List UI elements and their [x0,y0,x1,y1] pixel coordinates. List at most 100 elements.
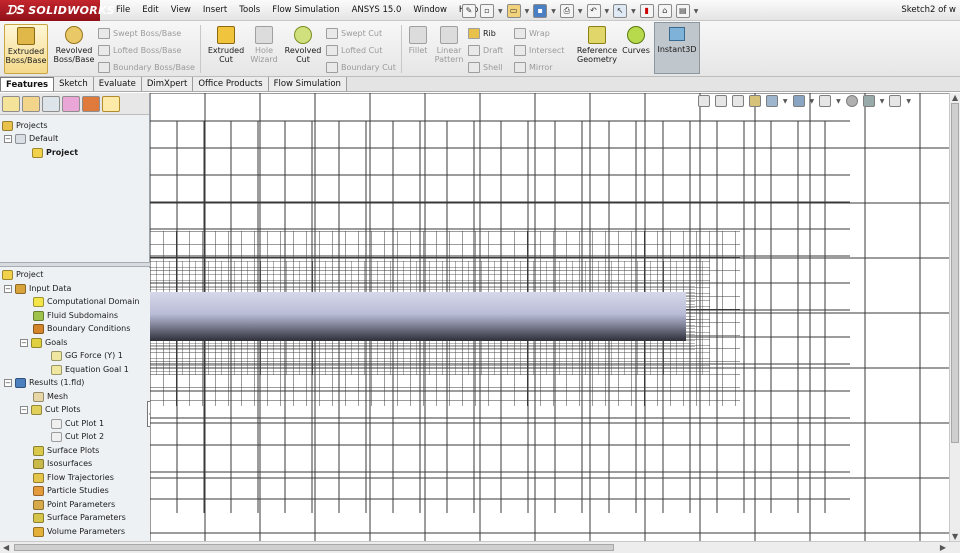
scroll-left-icon[interactable]: ◀ [3,543,9,552]
chevron-down-icon[interactable]: ▼ [578,8,583,15]
tree-item-input-data[interactable]: − Input Data [4,282,71,295]
collapse-icon[interactable]: − [4,134,12,143]
previous-view-icon[interactable] [731,95,744,107]
mirror-button[interactable]: Mirror [514,59,564,76]
menu-view[interactable]: View [165,0,197,21]
vertical-scrollbar[interactable]: ▲ ▼ [949,93,960,541]
scroll-thumb[interactable] [951,103,959,443]
intersect-button[interactable]: Intersect [514,42,564,59]
chevron-down-icon[interactable]: ▼ [880,98,885,105]
scroll-right-icon[interactable]: ▶ [940,543,946,552]
collapse-icon[interactable]: − [4,378,12,387]
collapse-icon[interactable]: − [20,338,28,347]
collapse-icon[interactable]: − [20,405,28,414]
hide-show-items-icon[interactable] [819,95,832,107]
tree-item-results[interactable]: − Results (1.fld) [4,376,84,389]
tree-item-goals[interactable]: − Goals [20,336,67,349]
zoom-to-fit-icon[interactable] [697,95,710,107]
section-view-icon[interactable] [748,95,761,107]
menu-ansys[interactable]: ANSYS 15.0 [346,0,408,21]
tab-sketch[interactable]: Sketch [54,77,94,91]
rib-button[interactable]: Rib [468,25,503,42]
tree-item-computational-domain[interactable]: Computational Domain [33,295,140,308]
horizontal-scrollbar[interactable]: ◀ ▶ [0,541,960,553]
menu-file[interactable]: File [110,0,136,21]
tab-office-products[interactable]: Office Products [193,77,269,91]
tree-item-volume-parameters[interactable]: Volume Parameters [33,525,125,538]
tab-evaluate[interactable]: Evaluate [93,77,142,91]
chevron-down-icon[interactable]: ▼ [906,98,911,105]
dimxpertmanager-tab-icon[interactable] [62,96,80,112]
view-orientation-icon[interactable] [765,95,778,107]
revolved-cut-button[interactable]: Revolved Cut [281,24,325,74]
tree-item-equation-goal[interactable]: Equation Goal 1 [51,363,129,376]
wrap-button[interactable]: Wrap [514,25,564,42]
save-icon[interactable]: ▪ [533,4,548,18]
draft-button[interactable]: Draft [468,42,503,59]
swept-cut-button[interactable]: Swept Cut [326,25,396,42]
tab-features[interactable]: Features [0,77,55,91]
tree-item-surface-parameters[interactable]: Surface Parameters [33,511,126,524]
select-pointer-icon[interactable]: ↖ [613,4,628,18]
view-settings-icon[interactable] [889,95,902,107]
chevron-down-icon[interactable]: ▼ [605,8,610,15]
apply-scene-icon[interactable] [862,95,875,107]
tree-item-fluid-subdomains[interactable]: Fluid Subdomains [33,309,118,322]
tree-item-default[interactable]: − Default [4,132,58,145]
tree-item-gg-force[interactable]: GG Force (Y) 1 [51,349,123,362]
open-folder-icon[interactable]: ▭ [506,4,521,18]
fillet-button[interactable]: Fillet [403,24,433,74]
lofted-cut-button[interactable]: Lofted Cut [326,42,396,59]
scroll-down-icon[interactable]: ▼ [952,532,958,541]
collapse-icon[interactable]: − [4,284,12,293]
graphics-area[interactable]: ▼ ▼ ▼ ▼ ▼ [150,93,949,541]
file-properties-icon[interactable]: ⌂ [657,4,672,18]
tree-item-particle-studies[interactable]: Particle Studies [33,484,109,497]
propertymanager-tab-icon[interactable] [22,96,40,112]
tab-flow-simulation[interactable]: Flow Simulation [268,77,347,91]
chevron-down-icon[interactable]: ▼ [783,98,788,105]
tab-dimxpert[interactable]: DimXpert [141,77,194,91]
boundary-cut-button[interactable]: Boundary Cut [326,59,396,76]
solidworks-logo[interactable]: ᗪS SOLIDWORKS [0,0,115,21]
options-icon[interactable]: ▤ [675,4,690,18]
chevron-down-icon[interactable]: ▼ [694,8,699,15]
featuremanager-tab-icon[interactable] [2,96,20,112]
instant3d-button[interactable]: Instant3D [654,22,700,74]
reference-geometry-button[interactable]: Reference Geometry [574,24,620,74]
lofted-boss-button[interactable]: Lofted Boss/Base [98,42,195,59]
tree-item-projects[interactable]: Projects [2,119,48,132]
tree-item-project[interactable]: Project [32,146,78,159]
curves-button[interactable]: Curves [620,24,652,74]
edit-appearance-icon[interactable] [845,95,858,107]
tree-item-isosurfaces[interactable]: Isosurfaces [33,457,92,470]
shell-button[interactable]: Shell [468,59,503,76]
tree-item-boundary-conditions[interactable]: Boundary Conditions [33,322,130,335]
swept-boss-button[interactable]: Swept Boss/Base [98,25,195,42]
print-icon[interactable]: ⎙ [559,4,574,18]
menu-insert[interactable]: Insert [197,0,233,21]
tree-item-flow-trajectories[interactable]: Flow Trajectories [33,471,114,484]
chevron-down-icon[interactable]: ▼ [498,8,503,15]
zoom-to-area-icon[interactable] [714,95,727,107]
chevron-down-icon[interactable]: ▼ [631,8,636,15]
chevron-down-icon[interactable]: ▼ [551,8,556,15]
configurationmanager-tab-icon[interactable] [42,96,60,112]
tree-item-mesh[interactable]: Mesh [33,390,68,403]
pane-splitter[interactable] [0,262,150,267]
display-style-icon[interactable] [792,95,805,107]
boundary-boss-button[interactable]: Boundary Boss/Base [98,59,195,76]
revolved-boss-button[interactable]: Revolved Boss/Base [52,24,96,74]
new-document-icon[interactable]: ▫ [480,4,494,18]
linear-pattern-button[interactable]: Linear Pattern [433,24,465,74]
extruded-boss-button[interactable]: Extruded Boss/Base [4,24,48,74]
flow-simulation-analysis-tree-tab-icon[interactable] [102,96,120,112]
menu-flow-simulation[interactable]: Flow Simulation [266,0,345,21]
rebuild-icon[interactable]: ▮ [639,4,654,18]
menu-tools[interactable]: Tools [233,0,266,21]
undo-icon[interactable]: ↶ [586,4,601,18]
tree-item-cut-plot-1[interactable]: Cut Plot 1 [51,417,104,430]
tree-item-cut-plot-2[interactable]: Cut Plot 2 [51,430,104,443]
tree-item-point-parameters[interactable]: Point Parameters [33,498,115,511]
chevron-down-icon[interactable]: ▼ [836,98,841,105]
